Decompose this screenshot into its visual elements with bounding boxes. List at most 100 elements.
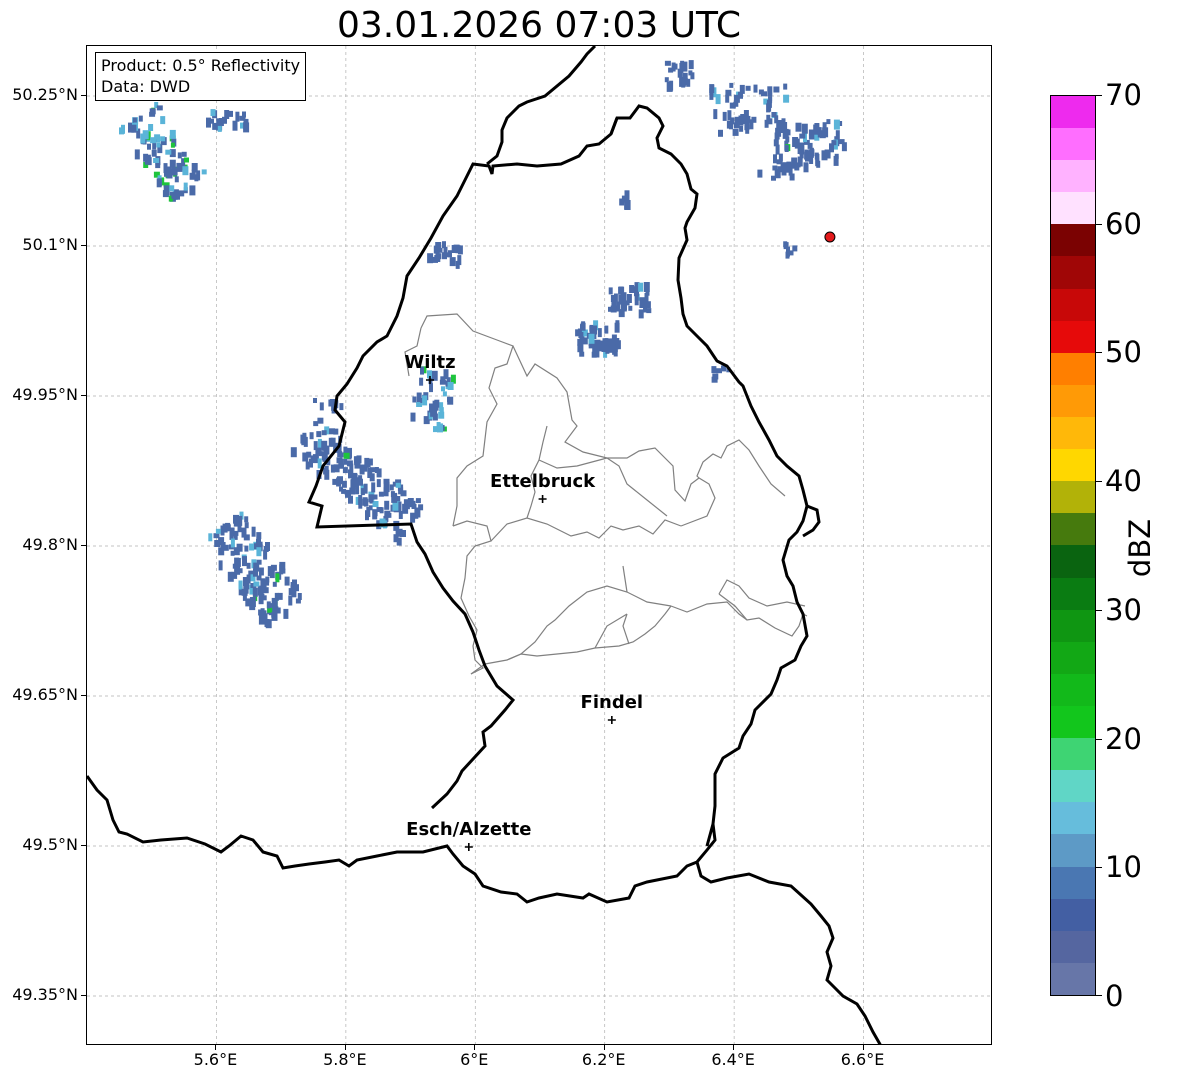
echo-pixel <box>427 253 434 264</box>
colorbar-tick-label: 20 <box>1105 721 1142 756</box>
colorbar-tick-mark <box>1096 738 1102 740</box>
echo-pixel <box>378 491 384 497</box>
echo-pixel <box>624 200 629 210</box>
colorbar-tick-label: 30 <box>1105 592 1142 627</box>
echo-pixel <box>319 402 324 411</box>
echo-pixel <box>252 587 258 597</box>
echo-pixel <box>588 333 595 344</box>
echo-pixel <box>184 157 189 163</box>
echo-pixel <box>214 540 221 547</box>
echo-pixel <box>264 579 270 586</box>
echo-pixel <box>729 82 734 88</box>
echo-pixel <box>142 130 149 140</box>
echo-pixel <box>379 507 384 514</box>
echo-pixel <box>356 455 362 464</box>
echo-pixel <box>411 504 417 509</box>
echo-pixel <box>342 467 348 474</box>
echo-pixel <box>348 469 353 479</box>
echo-pixel <box>208 533 213 542</box>
city-cross-icon <box>607 716 616 724</box>
echo-pixel <box>366 461 371 468</box>
colorbar-segment <box>1051 384 1095 418</box>
city-marker[interactable]: Findel <box>581 692 644 724</box>
colorbar-segment <box>1051 288 1095 321</box>
lon-tick-label: 6°E <box>460 1050 489 1069</box>
echo-pixel <box>780 162 787 173</box>
echo-pixel <box>709 93 714 100</box>
echo-pixel <box>169 129 176 139</box>
colorbar-segment <box>1051 96 1095 129</box>
echo-pixel <box>246 574 251 584</box>
echo-pixel <box>745 124 750 134</box>
echo-pixel <box>222 544 229 551</box>
echo-pixel <box>792 137 799 147</box>
echo-pixel <box>455 260 460 269</box>
colorbar-segment <box>1051 352 1095 385</box>
echo-pixel <box>419 377 424 386</box>
echo-pixel <box>710 84 715 90</box>
echo-pixel <box>253 581 260 587</box>
colorbar-segment <box>1051 545 1095 578</box>
echo-pixel <box>387 512 392 518</box>
echo-pixel <box>442 391 447 397</box>
echo-pixel <box>809 147 814 158</box>
radar-map[interactable]: Wiltz Ettelbruck Findel Esch/Alzette Produc… <box>86 45 992 1045</box>
echo-pixel <box>422 395 428 406</box>
echo-pixel <box>383 487 389 497</box>
echo-pixel <box>264 619 270 627</box>
echo-pixel <box>580 322 586 331</box>
echo-pixel <box>441 386 445 392</box>
echo-pixel <box>183 182 188 191</box>
echo-pixel <box>242 556 247 567</box>
echo-pixel <box>757 169 763 178</box>
echo-pixel <box>241 588 248 596</box>
echo-pixel <box>376 479 381 488</box>
lon-tick-mark <box>862 1045 864 1050</box>
echo-pixel <box>279 564 284 575</box>
echo-pixel <box>822 127 829 138</box>
echo-pixel <box>309 432 314 440</box>
colorbar-tick-label: 50 <box>1105 335 1142 370</box>
echo-pixel <box>258 567 264 576</box>
echo-pixel <box>783 83 788 90</box>
radar-site-marker[interactable] <box>824 231 836 243</box>
echo-pixel <box>218 118 224 126</box>
echo-pixel <box>224 524 231 532</box>
lat-tick-mark <box>81 395 86 396</box>
product-info-box: Product: 0.5° Reflectivity Data: DWD <box>95 52 307 101</box>
echo-pixel <box>328 437 333 447</box>
lon-tick-mark <box>215 1045 217 1050</box>
echo-pixel <box>265 542 270 551</box>
city-marker[interactable]: Ettelbruck <box>490 471 596 503</box>
echo-pixel <box>785 136 790 143</box>
echo-pixel <box>345 491 351 498</box>
echo-pixel <box>446 377 451 383</box>
echo-pixel <box>392 501 399 511</box>
echo-pixel <box>434 399 440 408</box>
echo-pixel <box>402 503 409 514</box>
echo-pixel <box>313 421 319 427</box>
echo-pixel <box>774 115 779 124</box>
lon-tick-label: 5.6°E <box>193 1050 238 1069</box>
city-cross-icon <box>464 843 473 851</box>
echo-pixel <box>673 63 678 70</box>
echo-pixel <box>358 475 363 482</box>
echo-pixel <box>323 445 330 455</box>
echo-pixel <box>644 301 651 309</box>
echo-pixel <box>376 468 382 478</box>
echo-pixel <box>415 498 421 504</box>
echo-pixel <box>209 118 214 124</box>
echo-pixel <box>447 382 454 390</box>
colorbar-segment <box>1051 256 1095 289</box>
echo-pixel <box>236 543 243 552</box>
echo-pixel <box>758 89 764 95</box>
echo-pixel <box>210 109 216 117</box>
echo-pixel <box>442 252 447 260</box>
echo-pixel <box>821 150 828 161</box>
echo-pixel <box>833 119 840 130</box>
echo-pixel <box>817 132 822 138</box>
echo-pixel <box>596 344 602 352</box>
colorbar-segment <box>1051 513 1095 546</box>
echo-pixel <box>449 257 456 267</box>
lon-tick-label: 6.2°E <box>581 1050 626 1069</box>
